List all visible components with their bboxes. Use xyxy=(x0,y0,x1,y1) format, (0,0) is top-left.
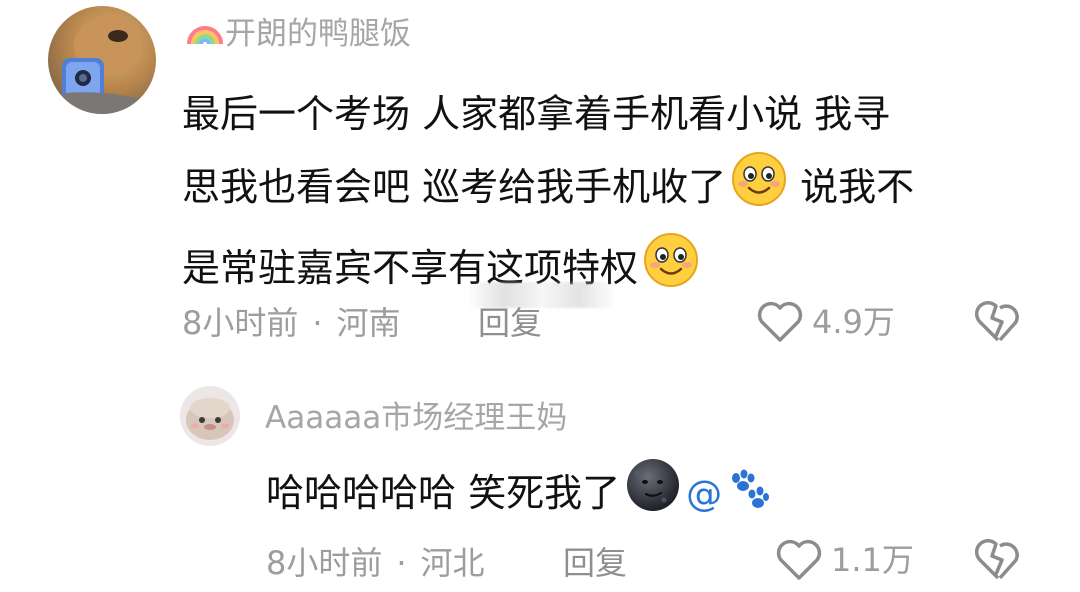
broken-heart-icon xyxy=(974,300,1022,348)
timestamp: 8小时前 xyxy=(266,544,383,582)
dislike-button[interactable] xyxy=(974,298,1022,348)
mention-at-symbol[interactable]: @ xyxy=(686,474,722,515)
content-text: 思我也看会吧 巡考给我手机收了 xyxy=(182,165,727,209)
location: 河南 xyxy=(336,304,401,342)
dog-with-phone-avatar-image xyxy=(48,16,156,114)
dark-moon-face-icon xyxy=(624,456,682,533)
comment-meta: 8小时前 · 河北 xyxy=(266,542,485,584)
comment-meta: 8小时前 · 河南 xyxy=(182,302,401,344)
rainbow-icon xyxy=(185,14,225,48)
heart-icon xyxy=(756,300,804,344)
smiling-face-icon xyxy=(730,150,788,231)
meta-separator: · xyxy=(396,544,407,582)
avatar[interactable] xyxy=(180,386,240,446)
avatar[interactable] xyxy=(48,6,156,114)
dislike-button[interactable] xyxy=(974,536,1022,586)
username[interactable]: Aaaaaa市场经理王妈 xyxy=(265,398,567,438)
comment-content: 哈哈哈哈哈 笑死我了 @ xyxy=(266,456,770,533)
reply-button[interactable]: 回复 xyxy=(478,302,542,344)
location: 河北 xyxy=(420,544,485,582)
content-line: 最后一个考场 人家都拿着手机看小说 我寻 xyxy=(182,92,891,136)
username[interactable]: 开朗的鸭腿饭 xyxy=(185,14,411,54)
username-text: 开朗的鸭腿饭 xyxy=(225,16,411,52)
like-count: 4.9万 xyxy=(812,303,895,341)
plush-toy-avatar-image xyxy=(186,398,234,440)
content-text: 哈哈哈哈哈 笑死我了 xyxy=(266,471,621,515)
smiling-face-icon xyxy=(642,231,700,312)
paw-prints-icon xyxy=(724,466,770,531)
reply-button[interactable]: 回复 xyxy=(563,542,627,584)
comment-content: 最后一个考场 人家都拿着手机看小说 我寻 思我也看会吧 巡考给我手机收了 说我不… xyxy=(182,78,1042,312)
timestamp: 8小时前 xyxy=(182,304,299,342)
content-line: 思我也看会吧 巡考给我手机收了 说我不 xyxy=(182,150,1042,231)
content-text: 说我不 xyxy=(788,165,915,209)
like-button[interactable]: 4.9万 xyxy=(756,300,895,344)
meta-separator: · xyxy=(312,304,323,342)
heart-icon xyxy=(775,538,823,582)
like-count: 1.1万 xyxy=(831,541,914,579)
like-button[interactable]: 1.1万 xyxy=(775,538,914,582)
broken-heart-icon xyxy=(974,538,1022,586)
